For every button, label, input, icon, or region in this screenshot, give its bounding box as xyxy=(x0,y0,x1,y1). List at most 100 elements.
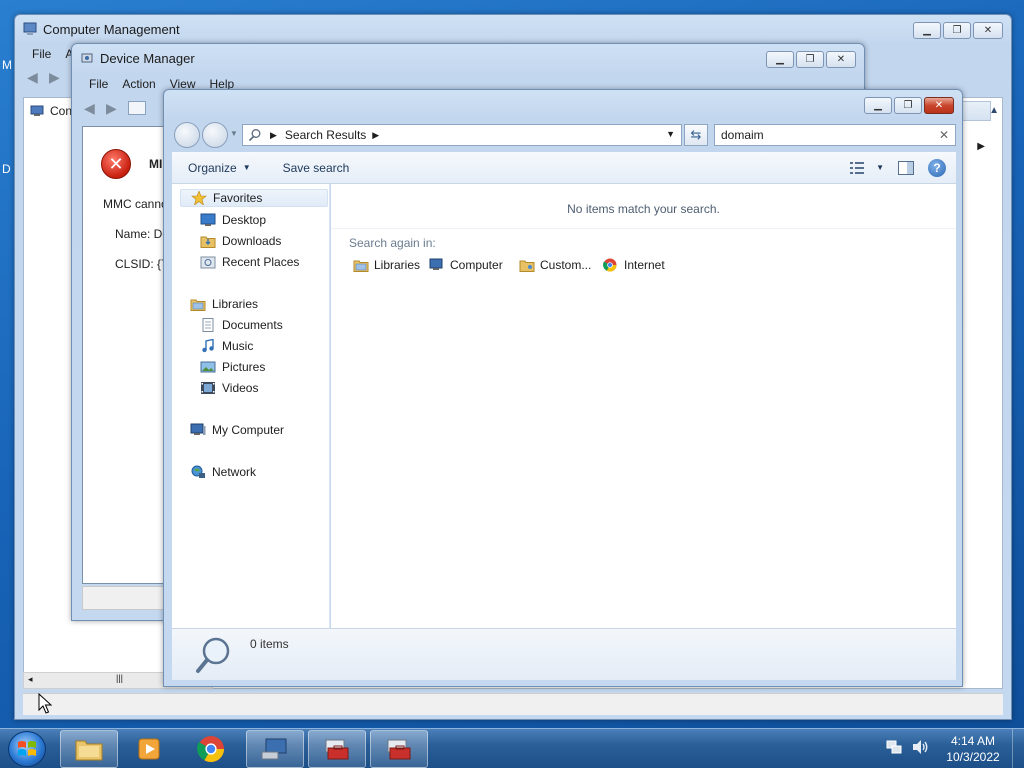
network-icon xyxy=(190,465,206,479)
nav-recent-places[interactable]: Recent Places xyxy=(200,253,299,271)
desktop-icon-label-fragment[interactable]: M xyxy=(2,58,12,72)
breadcrumb-chevron-icon[interactable]: ▶ xyxy=(372,130,379,141)
nav-my-computer[interactable]: My Computer xyxy=(190,421,284,439)
minimize-button[interactable]: ▁ xyxy=(864,97,892,114)
command-bar: Organize ▼ Save search ▼ ? xyxy=(172,152,956,184)
scroll-thumb-grip-icon[interactable]: ||| xyxy=(116,673,123,683)
computer-icon xyxy=(429,258,445,272)
taskbar-computer-management-button[interactable] xyxy=(246,730,304,768)
cm-title-bar[interactable]: Computer Management xyxy=(23,15,180,43)
taskbar: 4:14 AM 10/3/2022 xyxy=(0,728,1024,768)
maximize-button[interactable]: ❐ xyxy=(894,97,922,114)
clock-date: 10/3/2022 xyxy=(946,750,1000,764)
taskbar-device-manager-button[interactable] xyxy=(308,730,366,768)
preview-pane-icon[interactable] xyxy=(898,160,914,175)
scroll-left-icon[interactable]: ◂ xyxy=(28,674,33,685)
properties-icon[interactable] xyxy=(128,101,146,115)
recent-places-icon xyxy=(200,255,216,269)
help-icon[interactable]: ? xyxy=(928,158,946,177)
back-arrow-icon[interactable]: ◀ xyxy=(84,101,100,115)
volume-icon[interactable] xyxy=(911,738,929,756)
dm-toolbar: ◀ ▶ xyxy=(84,101,146,115)
organize-button[interactable]: Organize ▼ xyxy=(172,161,267,175)
close-button[interactable]: ✕ xyxy=(924,97,954,114)
network-tray-icon[interactable] xyxy=(885,738,903,756)
forward-arrow-icon[interactable]: ▶ xyxy=(49,70,65,84)
search-again-computer[interactable]: Computer xyxy=(429,258,503,272)
search-box[interactable]: domaim ✕ xyxy=(714,124,956,146)
dm-caption-buttons: ▁ ❐ ✕ xyxy=(766,51,856,68)
item-count: 0 items xyxy=(250,637,289,651)
search-again-computer-label: Computer xyxy=(450,258,503,272)
details-pane: 0 items xyxy=(172,628,956,680)
address-bar[interactable]: ▶ Search Results ▶ ▼ xyxy=(242,124,682,146)
desktop-icon xyxy=(200,213,216,227)
start-button[interactable] xyxy=(8,731,46,767)
search-again-internet[interactable]: Internet xyxy=(603,258,665,272)
breadcrumb-search-results[interactable]: Search Results xyxy=(285,128,366,142)
nav-videos[interactable]: Videos xyxy=(200,379,258,397)
nav-pictures[interactable]: Pictures xyxy=(200,358,265,376)
cm-caption-buttons: ▁ ❐ ✕ xyxy=(913,22,1003,39)
save-search-button[interactable]: Save search xyxy=(267,161,366,175)
nav-downloads-label: Downloads xyxy=(222,234,282,248)
windows-logo-icon xyxy=(18,741,36,756)
search-again-links: Libraries Computer Custom... Internet xyxy=(351,258,951,278)
forward-arrow-icon[interactable]: ▶ xyxy=(106,101,122,115)
libraries-icon xyxy=(190,297,206,311)
refresh-button[interactable]: ⇆ xyxy=(684,124,708,146)
view-list-icon xyxy=(850,161,865,174)
nav-libraries-label: Libraries xyxy=(212,297,259,311)
recent-pages-chevron-icon[interactable]: ▼ xyxy=(230,129,238,138)
breadcrumb-separator-icon[interactable]: ▶ xyxy=(270,130,277,141)
taskbar-device-manager-button-2[interactable] xyxy=(370,730,428,768)
maximize-button[interactable]: ❐ xyxy=(796,51,824,68)
media-player-icon xyxy=(138,738,160,760)
nav-downloads[interactable]: Downloads xyxy=(200,232,281,250)
search-again-custom[interactable]: Custom... xyxy=(519,258,591,272)
clock[interactable]: 4:14 AM 10/3/2022 xyxy=(940,733,1006,765)
error-name-line: Name: De xyxy=(115,227,170,241)
cm-tree-item[interactable]: Con xyxy=(30,104,72,118)
chevron-right-icon[interactable]: ▶ xyxy=(977,141,985,152)
change-view-button[interactable]: ▼ xyxy=(850,161,884,174)
collapse-up-icon[interactable]: ▲ xyxy=(989,105,999,116)
nav-network-label: Network xyxy=(212,465,257,479)
save-search-label: Save search xyxy=(282,160,350,175)
nav-documents-label: Documents xyxy=(222,318,283,332)
address-dropdown-icon[interactable]: ▼ xyxy=(666,129,675,139)
nav-desktop[interactable]: Desktop xyxy=(200,211,266,229)
search-input[interactable]: domaim xyxy=(721,128,764,142)
back-arrow-icon[interactable]: ◀ xyxy=(27,70,43,84)
forward-button[interactable] xyxy=(202,122,228,148)
minimize-button[interactable]: ▁ xyxy=(913,22,941,39)
show-desktop-button[interactable] xyxy=(1012,729,1024,768)
menu-action[interactable]: Action xyxy=(115,75,162,93)
clear-search-icon[interactable]: ✕ xyxy=(939,128,949,142)
chevron-down-icon: ▼ xyxy=(876,163,884,172)
menu-file[interactable]: File xyxy=(82,75,115,93)
error-message: MMC canno xyxy=(103,197,168,211)
taskbar-explorer-button[interactable] xyxy=(60,730,118,768)
nav-music[interactable]: Music xyxy=(200,337,253,355)
close-button[interactable]: ✕ xyxy=(973,22,1003,39)
dm-title-bar[interactable]: Device Manager xyxy=(80,44,195,72)
nav-videos-label: Videos xyxy=(222,381,259,395)
close-button[interactable]: ✕ xyxy=(826,51,856,68)
taskbar-media-player-button[interactable] xyxy=(120,730,178,768)
nav-documents[interactable]: Documents xyxy=(200,316,283,334)
back-button[interactable] xyxy=(174,122,200,148)
search-again-libraries[interactable]: Libraries xyxy=(353,258,420,272)
nav-favorites-label: Favorites xyxy=(213,191,263,205)
nav-network[interactable]: Network xyxy=(190,463,256,481)
breadcrumb[interactable]: Search Results ▶ xyxy=(285,128,379,142)
minimize-button[interactable]: ▁ xyxy=(766,51,794,68)
cm-status-bar xyxy=(23,693,1003,715)
taskbar-chrome-button[interactable] xyxy=(182,730,240,768)
desktop-icon-label-fragment-2[interactable]: D xyxy=(2,162,11,176)
nav-favorites[interactable]: Favorites xyxy=(180,189,328,207)
explorer-window: ▁ ❐ ✕ ▼ ▶ Search Results ▶ ▼ ⇆ domaim ✕ … xyxy=(163,89,963,687)
nav-libraries[interactable]: Libraries xyxy=(190,295,258,313)
maximize-button[interactable]: ❐ xyxy=(943,22,971,39)
menu-file[interactable]: File xyxy=(25,45,58,63)
